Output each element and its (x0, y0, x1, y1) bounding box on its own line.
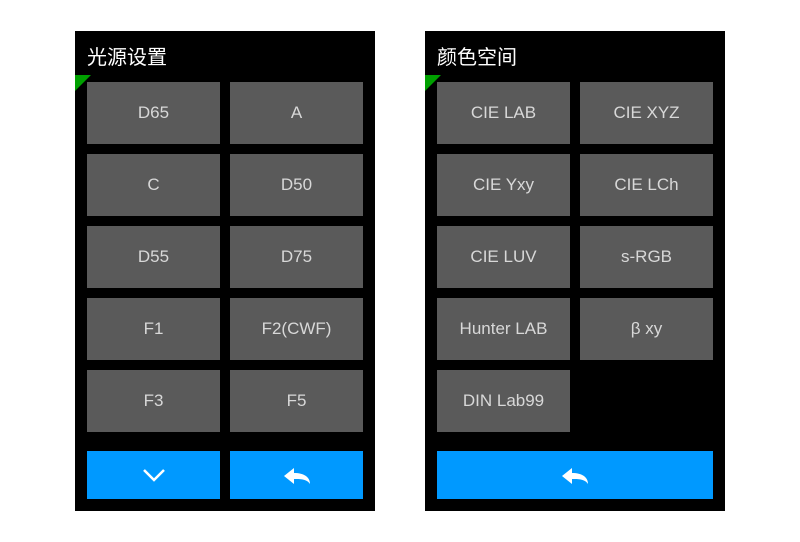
option-grid: CIE LAB CIE XYZ CIE Yxy CIE LCh CIE LUV … (425, 76, 725, 441)
option-grid: D65 A C D50 D55 D75 F1 F2(CWF) F3 F5 (75, 76, 375, 441)
option-button[interactable]: s-RGB (580, 226, 713, 288)
option-button[interactable]: D75 (230, 226, 363, 288)
page-down-button[interactable] (87, 451, 220, 499)
option-button[interactable]: CIE LAB (437, 82, 570, 144)
option-button[interactable]: CIE XYZ (580, 82, 713, 144)
option-button[interactable]: F5 (230, 370, 363, 432)
option-button[interactable]: CIE LCh (580, 154, 713, 216)
option-button[interactable]: D50 (230, 154, 363, 216)
light-source-panel: 光源设置 D65 A C D50 D55 D75 F1 F2(CWF) F3 F… (75, 31, 375, 511)
bottom-bar (75, 441, 375, 511)
option-button[interactable]: F3 (87, 370, 220, 432)
back-arrow-icon (280, 464, 314, 486)
active-indicator-icon (75, 75, 91, 91)
chevron-down-icon (140, 466, 168, 484)
panel-title: 颜色空间 (425, 31, 725, 76)
option-button[interactable]: C (87, 154, 220, 216)
option-button[interactable]: CIE Yxy (437, 154, 570, 216)
bottom-bar (425, 441, 725, 511)
option-button[interactable]: CIE LUV (437, 226, 570, 288)
color-space-panel: 颜色空间 CIE LAB CIE XYZ CIE Yxy CIE LCh CIE… (425, 31, 725, 511)
option-button[interactable]: F2(CWF) (230, 298, 363, 360)
back-button[interactable] (437, 451, 713, 499)
option-button[interactable]: Hunter LAB (437, 298, 570, 360)
option-button[interactable]: D65 (87, 82, 220, 144)
option-button[interactable]: A (230, 82, 363, 144)
option-button[interactable]: D55 (87, 226, 220, 288)
back-arrow-icon (558, 464, 592, 486)
option-button[interactable]: DIN Lab99 (437, 370, 570, 432)
back-button[interactable] (230, 451, 363, 499)
active-indicator-icon (425, 75, 441, 91)
option-button[interactable]: β xy (580, 298, 713, 360)
option-button[interactable]: F1 (87, 298, 220, 360)
panel-title: 光源设置 (75, 31, 375, 76)
